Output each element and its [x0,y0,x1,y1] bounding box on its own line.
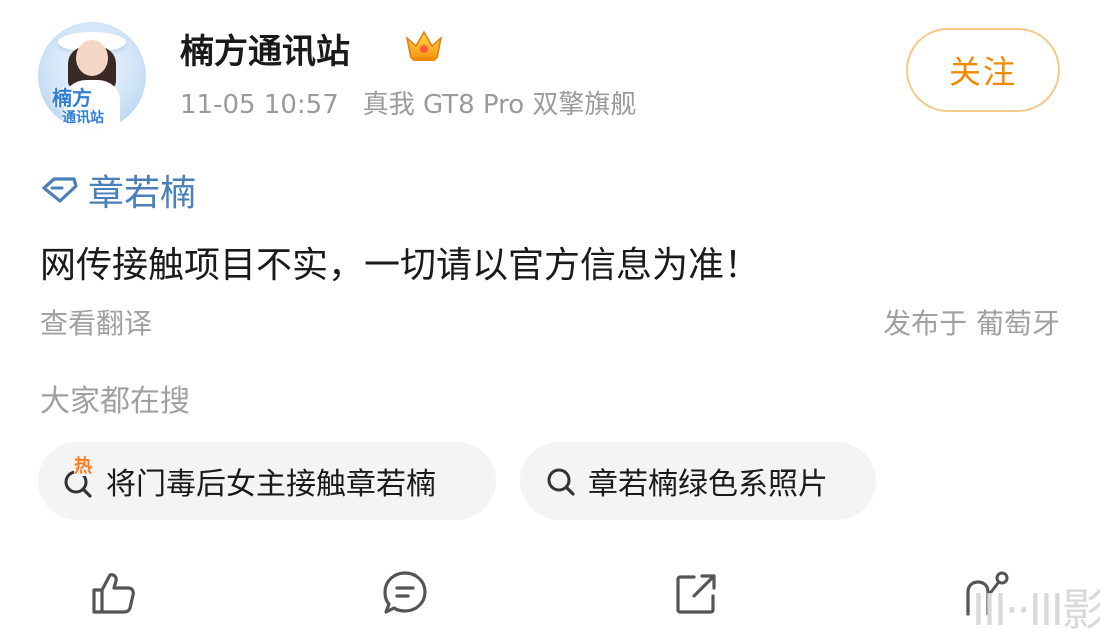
watermark: III··III影 [972,585,1100,636]
follow-button[interactable]: 关注 [906,28,1060,112]
avatar-logo: 楠方 通讯站 [52,88,104,128]
comment-icon[interactable] [382,570,428,616]
search-icon: 热 [60,458,98,500]
avatar[interactable]: 楠方 通讯站 [38,22,146,130]
hot-badge: 热 [74,456,92,477]
search-chip-label: 将门毒后女主接触章若楠 [106,467,436,502]
search-chip[interactable]: 章若楠绿色系照片 [520,442,876,520]
post-meta: 11-05 10:57 真我 GT8 Pro 双擎旗舰 [180,84,636,121]
search-chip[interactable]: 热 将门毒后女主接触章若楠 [38,442,496,520]
post-device: 真我 GT8 Pro 双擎旗舰 [362,90,637,120]
search-chip-label: 章若楠绿色系照片 [588,467,828,502]
topic-label: 章若楠 [88,173,197,214]
crown-icon [405,30,443,61]
share-icon[interactable] [674,572,718,616]
avatar-face [76,40,108,76]
diamond-icon [42,177,78,203]
topic-link[interactable]: 章若楠 [40,164,196,216]
post-location: 发布于 葡萄牙 [883,307,1060,340]
author-name[interactable]: 楠方通讯站 [180,24,350,73]
translate-link[interactable]: 查看翻译 [40,302,152,342]
post-content: 网传接触项目不实，一切请以官方信息为准！ [40,245,761,286]
post-timestamp: 11-05 10:57 [180,90,339,120]
thumbs-up-icon[interactable] [90,570,138,616]
avatar-logo-line1: 楠方 [52,86,92,110]
search-section-title: 大家都在搜 [40,384,190,419]
search-icon [542,462,580,500]
avatar-logo-line2: 通讯站 [62,110,104,126]
